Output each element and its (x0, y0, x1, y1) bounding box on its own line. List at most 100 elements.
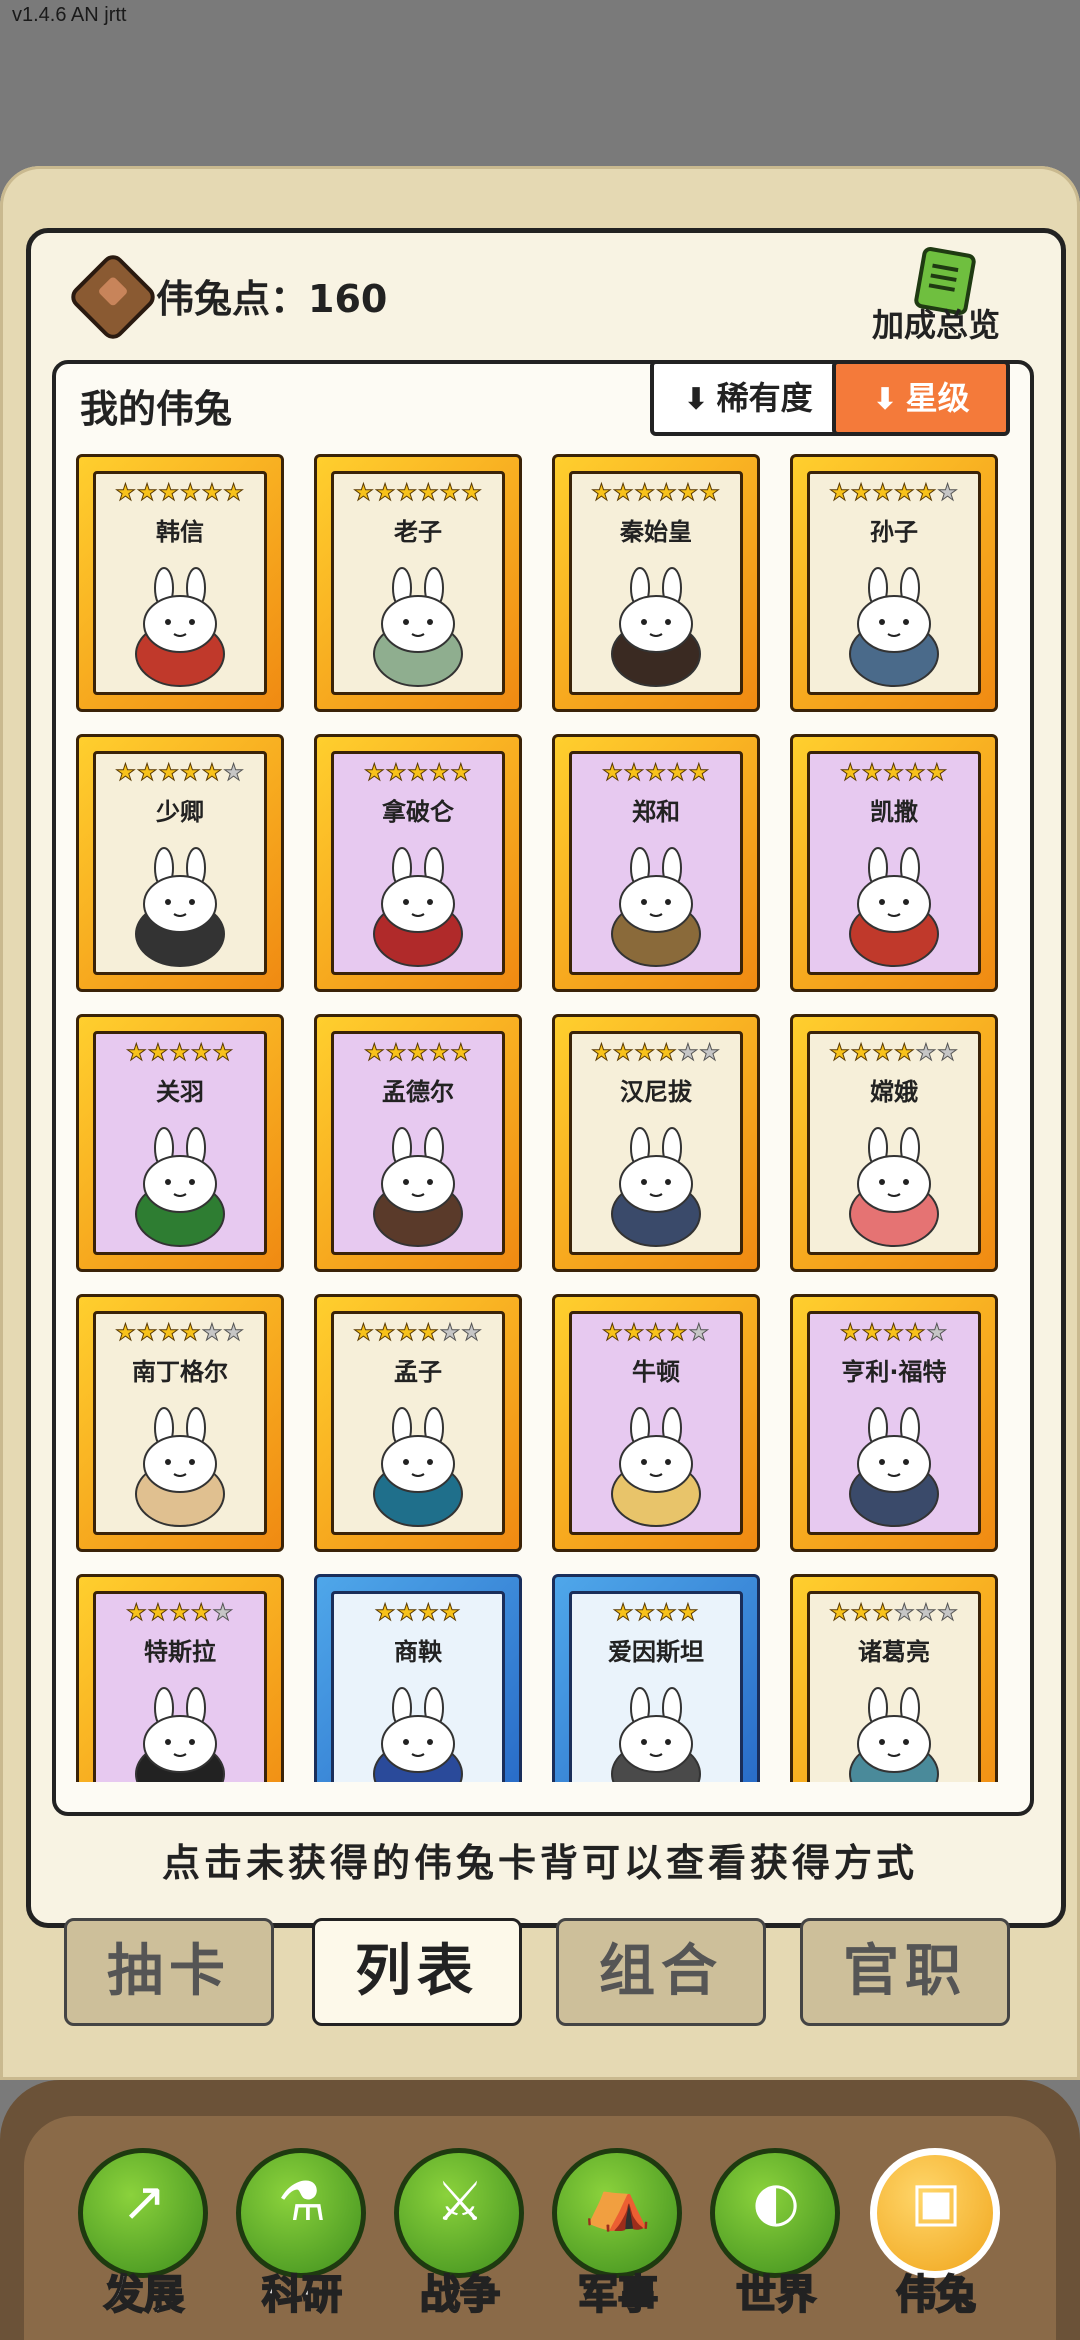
rabbit-card[interactable]: ★★★★★★ 孟子 (314, 1294, 522, 1552)
rabbit-portrait-icon (849, 1687, 939, 1782)
star-icon: ★ (136, 1320, 159, 1347)
star-icon: ★ (829, 1600, 851, 1627)
star-icon: ★ (634, 1600, 656, 1627)
card-face: ★★★★★★ 孟子 (331, 1311, 505, 1535)
rabbit-card[interactable]: ★★★★★★ 少卿 (76, 734, 284, 992)
star-icon: ★ (212, 1040, 235, 1067)
card-face: ★★★★★★ 韩信 (93, 471, 267, 695)
star-icon: ★ (407, 760, 429, 787)
rabbit-card[interactable]: ★★★★★★ 孙子 (790, 454, 998, 712)
star-icon: ★ (223, 480, 245, 507)
card-name: 拿破仑 (382, 798, 454, 826)
rabbit-icon: ▣ (910, 2170, 962, 2233)
nav-label: 发展 (103, 2271, 185, 2319)
rabbit-portrait-icon (849, 1407, 939, 1527)
rabbit-card[interactable]: ★★★★★ 亨利·福特 (790, 1294, 998, 1552)
rabbit-card[interactable]: ★★★★★★ 秦始皇 (552, 454, 760, 712)
card-name: 诸葛亮 (858, 1638, 930, 1666)
card-name: 郑和 (632, 798, 680, 826)
nav-rabbit-button[interactable]: ▣ 伟兔 (866, 2140, 1006, 2340)
star-icon: ★ (861, 1320, 884, 1347)
star-icon: ★ (634, 1040, 656, 1067)
rabbit-card[interactable]: ★★★★★ 郑和 (552, 734, 760, 992)
rabbit-card[interactable]: ★★★★ 爱因斯坦 (552, 1574, 760, 1782)
sort-star-button[interactable]: ⬇ 星级 (832, 360, 1010, 436)
star-icon: ★ (699, 1040, 721, 1067)
rabbit-card[interactable]: ★★★★★★ 韩信 (76, 454, 284, 712)
star-icon: ★ (829, 480, 851, 507)
star-icon: ★ (115, 760, 137, 787)
nav-military-button[interactable]: ⛺ 军事 (548, 2140, 688, 2340)
rabbit-card[interactable]: ★★★★★ 孟德尔 (314, 1014, 522, 1272)
rabbit-portrait-icon (849, 567, 939, 687)
star-icon: ★ (158, 480, 180, 507)
star-icon: ★ (894, 1040, 916, 1067)
tab-0[interactable]: 抽卡 (64, 1918, 274, 2026)
nav-war-button[interactable]: ⚔ 战争 (390, 2140, 530, 2340)
rabbit-card[interactable]: ★★★★★★ 南丁格尔 (76, 1294, 284, 1552)
star-icon: ★ (634, 480, 656, 507)
rabbit-card[interactable]: ★★★★★★ 嫦娥 (790, 1014, 998, 1272)
card-face: ★★★★★★ 诸葛亮 (807, 1591, 981, 1782)
star-icon: ★ (461, 480, 483, 507)
star-icon: ★ (428, 760, 451, 787)
star-icon: ★ (450, 1040, 473, 1067)
star-icon: ★ (201, 1320, 224, 1347)
star-icon: ★ (385, 1040, 408, 1067)
rabbit-portrait-icon (135, 1687, 225, 1782)
star-icon: ★ (677, 480, 700, 507)
rabbit-card[interactable]: ★★★★★★ 诸葛亮 (790, 1574, 998, 1782)
card-name: 商鞅 (394, 1638, 442, 1666)
star-icon: ★ (601, 1320, 624, 1347)
star-icon: ★ (656, 1040, 678, 1067)
tab-2[interactable]: 组合 (556, 1918, 766, 2026)
star-icon: ★ (645, 1320, 667, 1347)
card-stars: ★★★★★ (96, 1600, 264, 1627)
star-icon: ★ (926, 1320, 949, 1347)
rabbit-card[interactable]: ★★★★★ 特斯拉 (76, 1574, 284, 1782)
card-stars: ★★★★★★ (810, 1040, 978, 1067)
nav-world-button[interactable]: ◐ 世界 (706, 2140, 846, 2340)
star-icon: ★ (180, 760, 202, 787)
card-name: 牛顿 (632, 1358, 680, 1386)
card-name: 关羽 (156, 1078, 204, 1106)
arrow-down-icon: ⬇ (872, 382, 898, 417)
star-icon: ★ (439, 1600, 462, 1627)
rabbit-portrait-icon (611, 1687, 701, 1782)
rabbit-card[interactable]: ★★★★★ 凯撒 (790, 734, 998, 992)
nav-label: 战争 (419, 2271, 501, 2319)
star-icon: ★ (158, 760, 180, 787)
card-name: 汉尼拔 (620, 1078, 692, 1106)
sort-rarity-label: 稀有度 (716, 379, 813, 417)
star-icon: ★ (612, 1600, 635, 1627)
star-icon: ★ (212, 1600, 235, 1627)
star-icon: ★ (363, 1040, 386, 1067)
star-icon: ★ (872, 480, 894, 507)
star-icon: ★ (385, 760, 408, 787)
star-icon: ★ (937, 480, 959, 507)
star-icon: ★ (374, 480, 397, 507)
star-icon: ★ (439, 480, 462, 507)
nav-label: 世界 (735, 2271, 817, 2319)
tab-1[interactable]: 列表 (312, 1918, 522, 2026)
star-icon: ★ (677, 1040, 700, 1067)
star-icon: ★ (666, 760, 689, 787)
star-icon: ★ (374, 1600, 397, 1627)
rabbit-card[interactable]: ★★★★★ 拿破仑 (314, 734, 522, 992)
star-icon: ★ (623, 760, 646, 787)
nav-develop-button[interactable]: ↗ 发展 (74, 2140, 214, 2340)
rabbit-portrait-icon (135, 1407, 225, 1527)
rabbit-card[interactable]: ★★★★★★ 汉尼拔 (552, 1014, 760, 1272)
card-grid[interactable]: ★★★★★★ 韩信 ★★★★★★ 老子 ★★★★★★ 秦始皇 ★★★★★★ 孙子 ★★★★★★ 少… (76, 454, 1006, 1782)
card-face: ★★★★★ 凯撒 (807, 751, 981, 975)
tab-3[interactable]: 官职 (800, 1918, 1010, 2026)
rabbit-card[interactable]: ★★★★★ 关羽 (76, 1014, 284, 1272)
sort-rarity-button[interactable]: ⬇ 稀有度 (650, 360, 846, 436)
rabbit-card[interactable]: ★★★★★★ 老子 (314, 454, 522, 712)
star-icon: ★ (850, 1040, 873, 1067)
rabbit-card[interactable]: ★★★★ 商鞅 (314, 1574, 522, 1782)
nav-research-button[interactable]: ⚗ 科研 (232, 2140, 372, 2340)
rabbit-card[interactable]: ★★★★★ 牛顿 (552, 1294, 760, 1552)
arrow-down-icon: ⬇ (683, 382, 709, 417)
nav-label: 军事 (577, 2271, 659, 2319)
